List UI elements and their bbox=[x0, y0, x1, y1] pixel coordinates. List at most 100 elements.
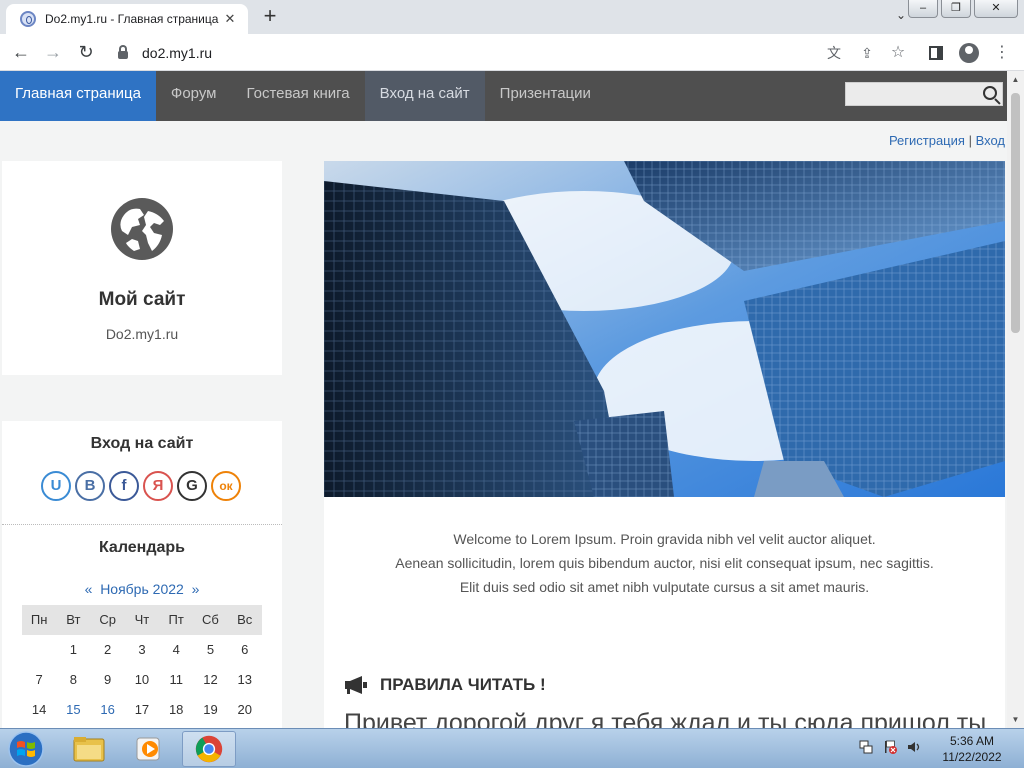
lock-icon[interactable] bbox=[118, 44, 128, 59]
scroll-down-icon[interactable]: ▼ bbox=[1007, 711, 1024, 728]
file-explorer-icon[interactable] bbox=[62, 731, 116, 767]
weekday-label: Чт bbox=[134, 612, 150, 627]
hero-image bbox=[324, 161, 1005, 497]
reload-icon[interactable]: ↻ bbox=[73, 40, 99, 66]
network-icon[interactable] bbox=[858, 739, 874, 755]
restore-button[interactable]: ❐ bbox=[941, 0, 971, 18]
nav-presentations[interactable]: Призентации bbox=[485, 71, 606, 121]
calendar-day: 11 bbox=[169, 672, 183, 687]
calendar-day: 14 bbox=[31, 702, 47, 717]
menu-kebab-icon[interactable]: ⋮ bbox=[992, 43, 1012, 63]
calendar-card: Календарь « Ноябрь 2022 » Пн Вт Ср Чт Пт… bbox=[2, 525, 282, 728]
login-card-title: Вход на сайт bbox=[90, 435, 194, 452]
calendar-day: 4 bbox=[172, 642, 180, 657]
side-panel-icon[interactable] bbox=[926, 43, 946, 63]
calendar-title: Календарь bbox=[98, 539, 186, 556]
address-bar[interactable]: do2.my1.ru bbox=[110, 38, 850, 67]
chrome-taskbar-icon[interactable] bbox=[182, 731, 236, 767]
calendar-grid: Пн Вт Ср Чт Пт Сб Вс 1 2 3 4 5 6 7 8 9 1… bbox=[22, 605, 262, 725]
calendar-next-link[interactable]: » bbox=[192, 581, 200, 597]
nav-guestbook[interactable]: Гостевая книга bbox=[232, 71, 365, 121]
calendar-day-link[interactable]: 16 bbox=[91, 695, 125, 725]
yandex-login-icon[interactable]: Я bbox=[143, 471, 173, 501]
volume-icon[interactable] bbox=[906, 739, 922, 755]
globe-icon bbox=[111, 198, 173, 260]
site-favicon-icon bbox=[20, 11, 36, 27]
calendar-day: 5 bbox=[206, 642, 215, 657]
weekday-label: Пт bbox=[168, 612, 184, 627]
login-card: Вход на сайт U B f Я G ок bbox=[2, 421, 282, 525]
minimize-button[interactable]: – bbox=[908, 0, 938, 18]
tab-search-chevron-icon[interactable]: ⌄ bbox=[896, 8, 906, 22]
vk-login-icon[interactable]: B bbox=[75, 471, 105, 501]
action-center-flag-icon[interactable] bbox=[882, 739, 898, 755]
tab-close-icon[interactable]: ✕ bbox=[222, 11, 238, 27]
auth-separator: | bbox=[968, 133, 972, 148]
url-text[interactable]: do2.my1.ru bbox=[142, 45, 212, 61]
window-controls: – ❐ ✕ bbox=[908, 0, 1018, 18]
calendar-month-label[interactable]: Ноябрь 2022 bbox=[100, 581, 184, 597]
page-scrollbar[interactable]: ▲ ▼ bbox=[1007, 71, 1024, 728]
browser-tab-bar: Do2.my1.ru - Главная страница ✕ + ⌄ – ❐ … bbox=[0, 0, 1024, 34]
weekday-label: Вт bbox=[66, 612, 81, 627]
odnoklassniki-login-icon[interactable]: ок bbox=[211, 471, 241, 501]
media-player-icon[interactable] bbox=[122, 731, 176, 767]
sidebar: Мой сайт Do2.my1.ru Вход на сайт U B f Я… bbox=[2, 161, 282, 728]
scroll-up-icon[interactable]: ▲ bbox=[1007, 71, 1024, 88]
site-navbar: Главная страница Форум Гостевая книга Вх… bbox=[0, 71, 1007, 121]
nav-forum[interactable]: Форум bbox=[156, 71, 232, 121]
translate-icon[interactable]: 文 bbox=[824, 43, 844, 63]
site-search-input[interactable] bbox=[845, 82, 1003, 106]
tab-title: Do2.my1.ru - Главная страница bbox=[45, 12, 219, 26]
clock-date: 11/22/2022 bbox=[942, 750, 1002, 764]
rules-heading: ПРАВИЛА ЧИТАТЬ ! bbox=[344, 675, 546, 695]
megaphone-icon bbox=[345, 676, 367, 694]
calendar-day: 7 bbox=[35, 672, 43, 687]
auth-links: Регистрация | Вход bbox=[889, 133, 1005, 148]
welcome-line: Elit duis sed odio sit amet nibh vulputa… bbox=[459, 579, 870, 595]
profile-avatar-icon[interactable] bbox=[959, 43, 979, 63]
site-info-card: Мой сайт Do2.my1.ru bbox=[2, 161, 282, 375]
browser-toolbar: ← → ↻ do2.my1.ru 文 ⇪ ☆ ⋮ bbox=[0, 34, 1024, 71]
browser-tab[interactable]: Do2.my1.ru - Главная страница ✕ bbox=[6, 4, 248, 34]
calendar-day-link[interactable]: 15 bbox=[56, 695, 90, 725]
taskbar-clock[interactable]: 5:36 AM 11/22/2022 bbox=[932, 733, 1012, 765]
calendar-day bbox=[22, 635, 56, 665]
windows-taskbar: 5:36 AM 11/22/2022 bbox=[0, 728, 1024, 768]
calendar-day: 17 bbox=[134, 702, 150, 717]
share-icon[interactable]: ⇪ bbox=[857, 43, 877, 63]
calendar-day: 3 bbox=[138, 642, 146, 657]
back-arrow-icon[interactable]: ← bbox=[8, 40, 34, 66]
google-login-icon[interactable]: G bbox=[177, 471, 207, 501]
facebook-login-icon[interactable]: f bbox=[109, 471, 139, 501]
nav-home[interactable]: Главная страница bbox=[0, 71, 156, 121]
page-viewport: Главная страница Форум Гостевая книга Вх… bbox=[0, 71, 1024, 728]
calendar-weekday-row: Пн Вт Ср Чт Пт Сб Вс bbox=[22, 605, 262, 635]
new-tab-button[interactable]: + bbox=[258, 5, 282, 29]
ucoz-login-icon[interactable]: U bbox=[41, 471, 71, 501]
weekday-label: Ср bbox=[99, 612, 116, 627]
scrollbar-thumb[interactable] bbox=[1011, 93, 1020, 333]
main-content: Welcome to Lorem Ipsum. Proin gravida ni… bbox=[324, 161, 1005, 728]
close-window-button[interactable]: ✕ bbox=[974, 0, 1018, 18]
weekday-label: Вс bbox=[237, 612, 253, 627]
forward-arrow-icon[interactable]: → bbox=[40, 40, 66, 66]
calendar-week-row: 1 2 3 4 5 6 bbox=[22, 635, 262, 665]
calendar-week-row: 7 8 9 10 11 12 13 bbox=[22, 665, 262, 695]
calendar-day: 9 bbox=[104, 672, 112, 687]
search-icon[interactable] bbox=[983, 86, 997, 100]
calendar-month-nav: « Ноябрь 2022 » bbox=[2, 581, 282, 597]
calendar-prev-link[interactable]: « bbox=[85, 581, 93, 597]
nav-login[interactable]: Вход на сайт bbox=[364, 71, 485, 121]
start-button[interactable] bbox=[4, 730, 48, 768]
calendar-day: 19 bbox=[203, 702, 218, 717]
calendar-day: 10 bbox=[134, 672, 150, 687]
weekday-label: Пн bbox=[30, 612, 48, 627]
weekday-label: Сб bbox=[202, 612, 219, 627]
bookmark-star-icon[interactable]: ☆ bbox=[888, 43, 908, 63]
welcome-line: Aenean sollicitudin, lorem quis bibendum… bbox=[395, 555, 934, 571]
login-link[interactable]: Вход bbox=[976, 133, 1005, 148]
register-link[interactable]: Регистрация bbox=[889, 133, 965, 148]
calendar-week-row: 14 15 16 17 18 19 20 bbox=[22, 695, 262, 725]
calendar-day: 1 bbox=[69, 642, 78, 657]
